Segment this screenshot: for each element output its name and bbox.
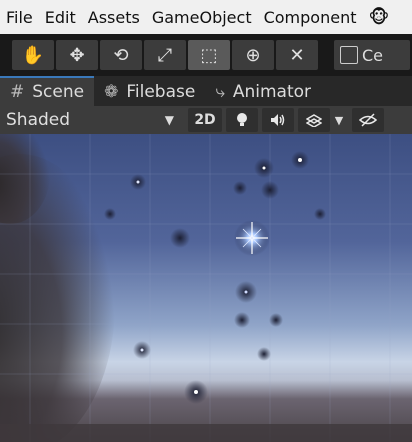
dropdown-icon: ▼ <box>334 113 344 127</box>
rotate-tool-button[interactable]: ⟲ <box>100 40 142 70</box>
animator-icon: ⤷ <box>215 82 225 102</box>
dropdown-arrow-icon: ▼ <box>164 113 174 127</box>
draw-mode-label: Shaded <box>6 110 71 130</box>
menu-gameobject[interactable]: GameObject <box>146 8 258 27</box>
tab-filebase[interactable]: ❁ Filebase <box>94 78 205 106</box>
effects-toggle-button[interactable] <box>298 108 330 132</box>
menu-edit[interactable]: Edit <box>39 8 82 27</box>
monkey-icon[interactable]: 🐵 <box>368 7 389 28</box>
menu-file[interactable]: File <box>0 8 39 27</box>
transform-icon: ⊕ <box>245 44 261 66</box>
scene-view[interactable] <box>0 134 412 442</box>
rect-icon: ⬚ <box>200 44 218 66</box>
menu-component[interactable]: Component <box>258 8 363 27</box>
scale-tool-button[interactable]: ⤢ <box>144 40 186 70</box>
visibility-toggle-button[interactable] <box>352 108 384 132</box>
rotate-icon: ⟲ <box>113 44 129 66</box>
menu-bar: File Edit Assets GameObject Component 🐵 <box>0 0 412 34</box>
scene-toolbar: Shaded ▼ 2D ▼ <box>0 106 412 134</box>
visibility-icon <box>359 113 377 127</box>
custom-tool-button[interactable]: ✕ <box>276 40 318 70</box>
audio-icon <box>271 114 285 126</box>
tab-animator[interactable]: ⤷ Animator <box>205 78 321 106</box>
tab-scene[interactable]: # Scene <box>0 76 95 106</box>
menu-assets[interactable]: Assets <box>82 8 146 27</box>
pivot-icon <box>340 46 358 64</box>
pivot-label: Ce <box>362 45 384 65</box>
tab-animator-label: Animator <box>232 82 312 102</box>
audio-toggle-button[interactable] <box>262 108 294 132</box>
light-icon <box>237 113 247 126</box>
transform-tool-button[interactable]: ⊕ <box>232 40 274 70</box>
move-icon: ✥ <box>69 44 85 66</box>
filebase-icon: ❁ <box>104 82 119 102</box>
hand-icon: ✋ <box>21 44 45 66</box>
grid-icon: # <box>10 82 25 102</box>
light-toggle-button[interactable] <box>226 108 258 132</box>
effects-dropdown-button[interactable]: ▼ <box>330 108 348 132</box>
tool-bar: ✋ ✥ ⟲ ⤢ ⬚ ⊕ ✕ Ce <box>0 34 412 76</box>
tab-scene-label: Scene <box>32 82 85 102</box>
hand-tool-button[interactable]: ✋ <box>12 40 54 70</box>
rect-tool-button[interactable]: ⬚ <box>188 40 230 70</box>
move-tool-button[interactable]: ✥ <box>56 40 98 70</box>
tools-icon: ✕ <box>289 44 305 66</box>
window-tabs: # Scene ❁ Filebase ⤷ Animator <box>0 76 412 106</box>
toggle-2d-button[interactable]: 2D <box>188 108 222 132</box>
scene-canvas[interactable] <box>0 134 412 442</box>
scale-icon: ⤢ <box>157 44 173 66</box>
tab-filebase-label: Filebase <box>126 82 196 102</box>
draw-mode-dropdown[interactable]: Shaded ▼ <box>0 108 178 132</box>
pivot-center-button[interactable]: Ce <box>334 40 410 70</box>
effects-icon <box>306 114 322 127</box>
